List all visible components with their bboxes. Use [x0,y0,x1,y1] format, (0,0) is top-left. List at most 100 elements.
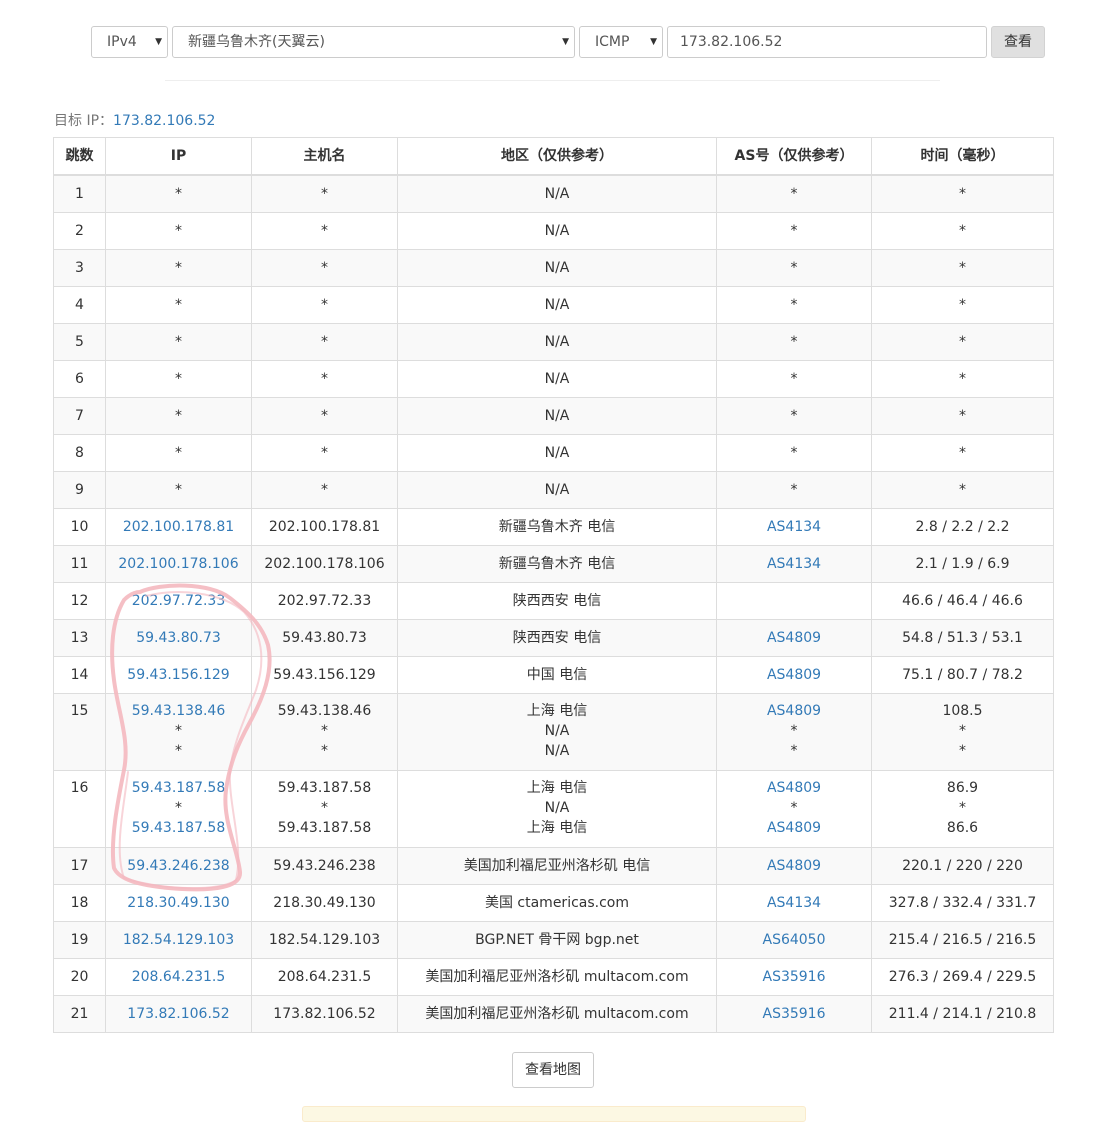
target-input[interactable]: 173.82.106.52 [667,26,987,58]
hop-ip[interactable]: 182.54.129.103 [106,930,251,950]
table-row: 8 * * N/A * * [53,434,1054,472]
hop-region-cell: N/A [397,360,717,398]
hop-hostname: * [321,445,328,461]
hop-ip-cell: * [105,323,252,361]
hop-ip-cell: 173.82.106.52 [105,995,252,1033]
hop-region-cell: 美国加利福尼亚州洛杉矶 电信 [397,847,717,885]
hop-time: * [959,723,966,739]
hop-region-cell: 新疆乌鲁木齐 电信 [397,545,717,583]
hop-number: 18 [53,884,106,922]
hop-ip[interactable]: 202.100.178.106 [106,554,251,574]
hop-ip-cell: * [105,286,252,324]
hop-as[interactable]: AS4809 [717,628,871,648]
hop-region: N/A [544,223,570,239]
hop-as-cell: AS4809 [716,847,872,885]
query-button[interactable]: 查看 [991,26,1045,58]
hop-hostname-cell: * [251,286,398,324]
hop-hostname-cell: 59.43.138.46 * * [251,693,398,771]
hop-time: * [959,297,966,313]
hop-ip[interactable]: 208.64.231.5 [106,967,251,987]
hop-hostname-cell: * [251,397,398,435]
hop-region: 上海 电信 [526,780,588,796]
hop-as[interactable]: AS35916 [717,967,871,987]
col-header-hop: 跳数 [53,137,106,176]
hop-region: N/A [544,408,570,424]
hop-ip[interactable]: 59.43.80.73 [106,628,251,648]
hop-time-cell: * [871,471,1054,509]
ip-version-select[interactable]: IPv4 ▼ [91,26,168,58]
hop-hostname: 173.82.106.52 [273,1006,376,1022]
hop-ip: * [175,223,182,239]
hop-as[interactable]: AS4809 [717,856,871,876]
hop-region-cell: N/A [397,174,717,213]
hop-hostname: * [321,260,328,276]
hop-ip[interactable]: 59.43.187.58 [106,818,251,838]
hop-ip-cell: 202.97.72.33 [105,582,252,620]
hop-ip[interactable]: 59.43.156.129 [106,665,251,685]
hop-time-cell: 215.4 / 216.5 / 216.5 [871,921,1054,959]
hop-region: BGP.NET 骨干网 bgp.net [475,932,639,948]
protocol-select[interactable]: ICMP ▼ [579,26,663,58]
hop-ip[interactable]: 173.82.106.52 [106,1004,251,1024]
hop-as[interactable]: AS4134 [717,554,871,574]
caret-down-icon: ▼ [155,37,162,47]
hop-ip[interactable]: 59.43.246.238 [106,856,251,876]
table-row: 20 208.64.231.5 208.64.231.5 美国加利福尼亚州洛杉矶 mu… [53,958,1054,996]
hop-hostname-cell: * [251,360,398,398]
hop-hostname-cell: 202.100.178.81 [251,508,398,546]
hop-time-cell: * [871,397,1054,435]
target-ip-label: 目标 IP： [54,113,114,129]
hop-ip[interactable]: 218.30.49.130 [106,893,251,913]
hop-hostname-cell: 218.30.49.130 [251,884,398,922]
hop-region-cell: N/A [397,249,717,287]
hop-time: 2.1 / 1.9 / 6.9 [915,556,1010,572]
col-header-hostname: 主机名 [251,137,398,176]
hop-ip: * [175,445,182,461]
hop-number: 16 [53,770,106,848]
hop-as[interactable]: AS4134 [717,893,871,913]
hop-as[interactable]: AS4134 [717,517,871,537]
hop-time: 2.8 / 2.2 / 2.2 [915,519,1010,535]
hop-time-cell: * [871,286,1054,324]
hop-as-cell: * [716,323,872,361]
hop-ip[interactable]: 202.100.178.81 [106,517,251,537]
hop-number: 13 [53,619,106,657]
hop-region-cell: 陕西西安 电信 [397,619,717,657]
hop-number: 9 [53,471,106,509]
table-row: 7 * * N/A * * [53,397,1054,435]
hop-region-cell: 中国 电信 [397,656,717,694]
hop-time-cell: * [871,174,1054,213]
hop-as[interactable]: AS4809 [717,665,871,685]
hop-ip[interactable]: 59.43.187.58 [106,778,251,798]
table-row: 1 * * N/A * * [53,174,1054,213]
hop-number: 8 [53,434,106,472]
hop-hostname-cell: 59.43.246.238 [251,847,398,885]
hop-hostname: 182.54.129.103 [268,932,381,948]
hop-as-cell [716,582,872,620]
hop-hostname-cell: * [251,212,398,250]
hop-as[interactable]: AS4809 [717,818,871,838]
hop-ip: * [175,371,182,387]
hop-region-cell: N/A [397,397,717,435]
hop-ip-cell: 59.43.187.58 * 59.43.187.58 [105,770,252,848]
hop-ip-cell: * [105,471,252,509]
hop-ip[interactable]: 202.97.72.33 [106,591,251,611]
hop-as[interactable]: AS4809 [717,778,871,798]
hop-as[interactable]: AS64050 [717,930,871,950]
hop-time-cell: 2.8 / 2.2 / 2.2 [871,508,1054,546]
node-select[interactable]: 新疆乌鲁木齐(天翼云) ▼ [172,26,575,58]
hop-region: 陕西西安 电信 [512,593,602,609]
view-map-button[interactable]: 查看地图 [512,1052,594,1088]
hop-region: N/A [544,800,570,816]
node-value: 新疆乌鲁木齐(天翼云) [188,34,325,50]
hop-ip[interactable]: 59.43.138.46 [106,701,251,721]
hop-ip-cell: 59.43.246.238 [105,847,252,885]
hop-as[interactable]: AS35916 [717,1004,871,1024]
hop-hostname-cell: 59.43.187.58 * 59.43.187.58 [251,770,398,848]
hop-as-cell: * [716,286,872,324]
hop-time: * [959,445,966,461]
hop-as[interactable]: AS4809 [717,701,871,721]
hop-as-cell: AS4809 [716,656,872,694]
hop-ip: * [175,186,182,202]
hop-ip: * [175,408,182,424]
